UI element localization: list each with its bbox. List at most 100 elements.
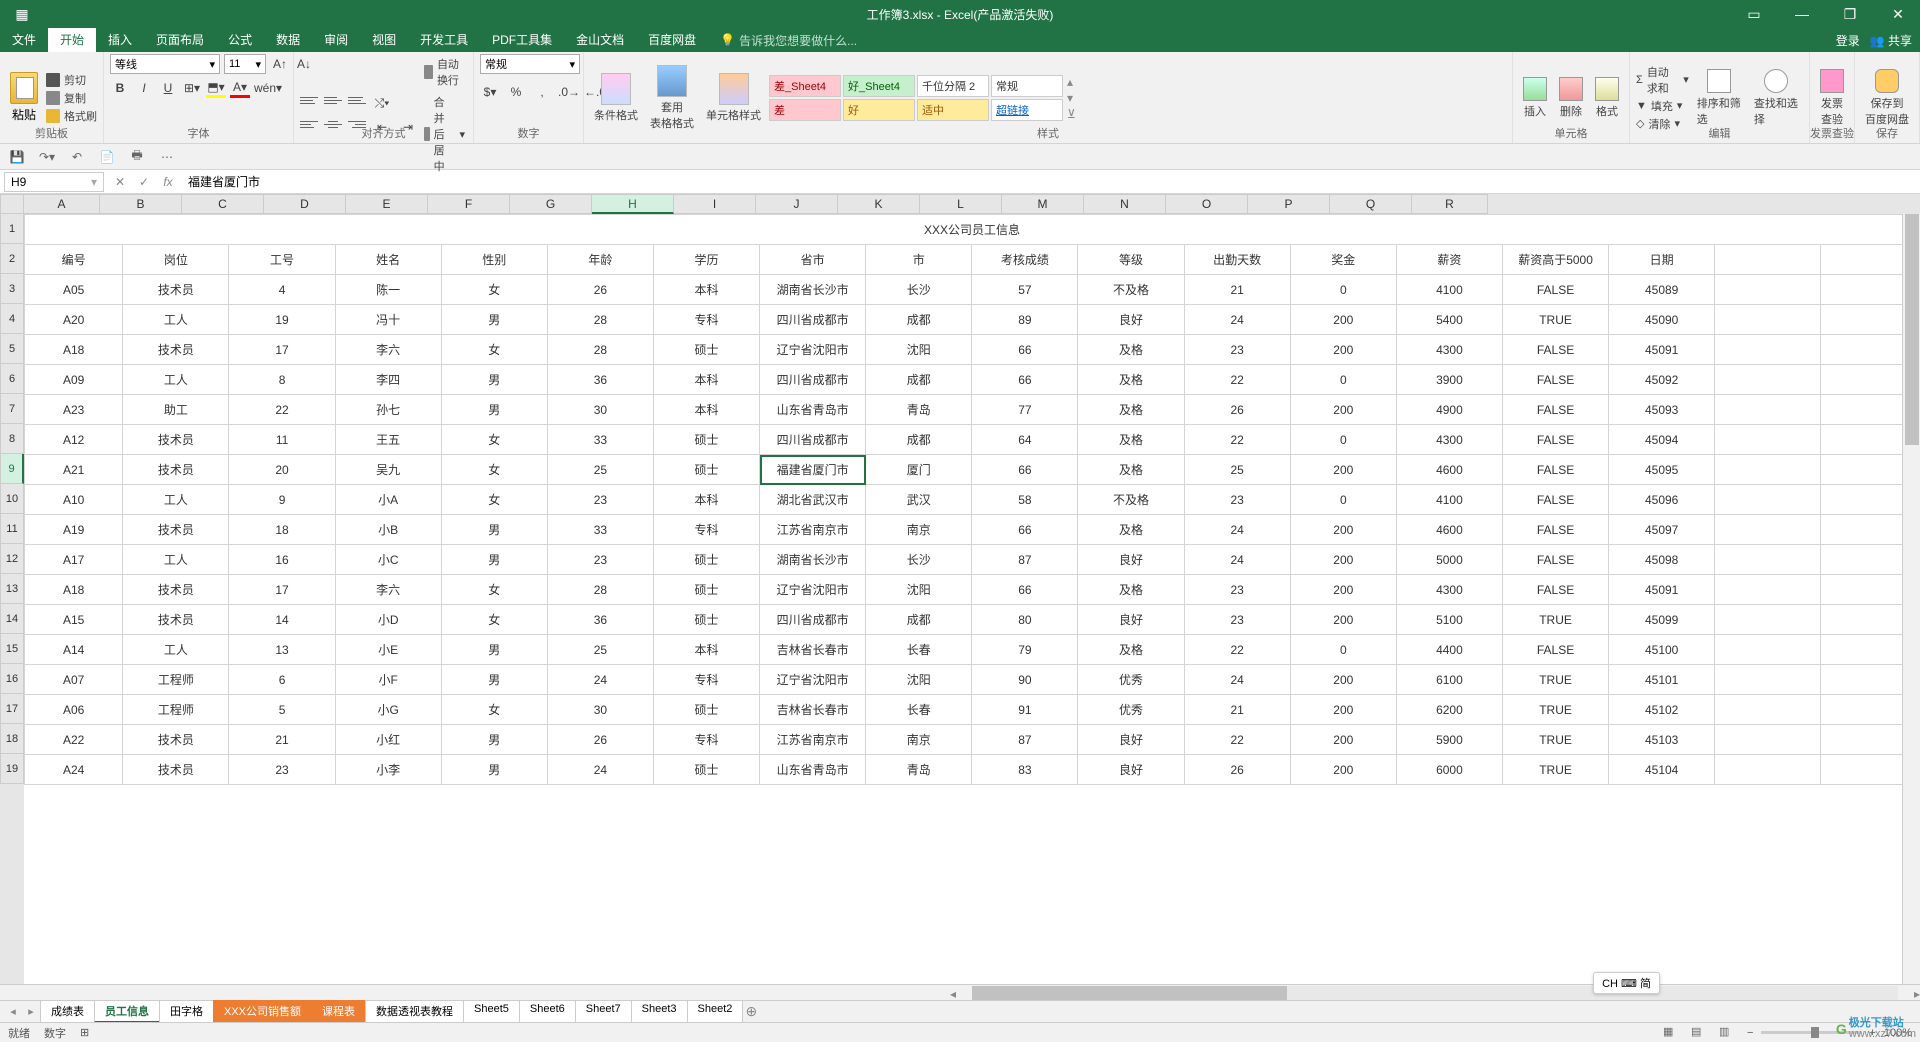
data-cell[interactable]: A06 xyxy=(25,695,123,725)
data-cell[interactable]: 优秀 xyxy=(1078,695,1184,725)
column-header[interactable]: M xyxy=(1002,194,1084,214)
data-cell[interactable]: 25 xyxy=(547,455,653,485)
data-cell[interactable]: 66 xyxy=(972,455,1078,485)
sheet-tab[interactable]: 员工信息 xyxy=(94,1000,160,1023)
data-cell[interactable]: A10 xyxy=(25,485,123,515)
data-cell[interactable] xyxy=(1715,545,1821,575)
row-header[interactable]: 12 xyxy=(0,544,24,574)
font-color-button[interactable]: A▾ xyxy=(230,78,250,98)
data-cell[interactable]: 硕士 xyxy=(653,335,759,365)
sheet-tab[interactable]: Sheet7 xyxy=(575,1000,632,1023)
data-cell[interactable]: 4600 xyxy=(1396,455,1502,485)
data-cell[interactable]: 28 xyxy=(547,575,653,605)
data-cell[interactable]: 硕士 xyxy=(653,425,759,455)
data-cell[interactable]: 沈阳 xyxy=(866,335,972,365)
data-cell[interactable]: 成都 xyxy=(866,365,972,395)
sign-in-link[interactable]: 登录 xyxy=(1836,32,1860,49)
data-cell[interactable]: 25 xyxy=(547,635,653,665)
data-cell[interactable]: 200 xyxy=(1290,605,1396,635)
data-cell[interactable]: 小红 xyxy=(335,725,441,755)
data-cell[interactable]: 45104 xyxy=(1609,755,1715,785)
data-cell[interactable]: 22 xyxy=(1184,725,1290,755)
header-cell[interactable] xyxy=(1715,245,1821,275)
data-cell[interactable]: FALSE xyxy=(1502,395,1608,425)
menu-tab-11[interactable]: 百度网盘 xyxy=(636,28,708,52)
font-size-select[interactable]: 11▾ xyxy=(224,54,266,74)
data-cell[interactable]: 女 xyxy=(441,455,547,485)
data-cell[interactable]: 5900 xyxy=(1396,725,1502,755)
column-header[interactable]: F xyxy=(428,194,510,214)
data-cell[interactable]: 4 xyxy=(229,275,335,305)
row-header[interactable]: 6 xyxy=(0,364,24,394)
save-to-cloud-button[interactable]: 保存到 百度网盘 xyxy=(1861,69,1913,127)
data-cell[interactable]: 45102 xyxy=(1609,695,1715,725)
data-cell[interactable]: 45098 xyxy=(1609,545,1715,575)
data-cell[interactable]: A15 xyxy=(25,605,123,635)
style-gallery-item[interactable]: 好_Sheet4 xyxy=(843,75,915,97)
header-cell[interactable]: 日期 xyxy=(1609,245,1715,275)
data-cell[interactable]: 女 xyxy=(441,605,547,635)
page-break-view-button[interactable]: ▥ xyxy=(1719,1025,1739,1041)
data-cell[interactable]: 技术员 xyxy=(123,755,229,785)
data-cell[interactable]: 200 xyxy=(1290,455,1396,485)
column-header[interactable]: C xyxy=(182,194,264,214)
row-header[interactable]: 8 xyxy=(0,424,24,454)
save-button[interactable]: 💾 xyxy=(8,148,26,166)
data-cell[interactable]: 工人 xyxy=(123,305,229,335)
data-cell[interactable]: 长春 xyxy=(866,635,972,665)
data-cell[interactable] xyxy=(1715,605,1821,635)
data-cell[interactable]: 66 xyxy=(972,575,1078,605)
data-cell[interactable] xyxy=(1715,395,1821,425)
header-cell[interactable]: 等级 xyxy=(1078,245,1184,275)
gallery-down-button[interactable]: ▾ xyxy=(1067,91,1076,105)
data-cell[interactable]: 45093 xyxy=(1609,395,1715,425)
align-middle-button[interactable] xyxy=(324,93,342,107)
header-cell[interactable]: 出勤天数 xyxy=(1184,245,1290,275)
data-cell[interactable]: 男 xyxy=(441,755,547,785)
row-header[interactable]: 4 xyxy=(0,304,24,334)
data-cell[interactable]: 及格 xyxy=(1078,635,1184,665)
data-cell[interactable]: 男 xyxy=(441,545,547,575)
data-cell[interactable]: A20 xyxy=(25,305,123,335)
data-cell[interactable]: 24 xyxy=(1184,665,1290,695)
data-cell[interactable]: 陈一 xyxy=(335,275,441,305)
border-button[interactable]: ⊞▾ xyxy=(182,78,202,98)
title-cell[interactable]: XXX公司员工信息 xyxy=(25,215,1920,245)
data-cell[interactable]: 四川省成都市 xyxy=(760,605,866,635)
data-cell[interactable]: 专科 xyxy=(653,305,759,335)
menu-tab-2[interactable]: 插入 xyxy=(96,28,144,52)
data-cell[interactable]: 18 xyxy=(229,515,335,545)
bold-button[interactable]: B xyxy=(110,78,130,98)
data-cell[interactable]: 本科 xyxy=(653,485,759,515)
data-cell[interactable]: 硕士 xyxy=(653,695,759,725)
sheet-tab[interactable]: Sheet6 xyxy=(519,1000,576,1023)
data-cell[interactable]: 24 xyxy=(1184,305,1290,335)
data-cell[interactable]: TRUE xyxy=(1502,605,1608,635)
data-cell[interactable]: 23 xyxy=(1184,575,1290,605)
data-cell[interactable]: 45091 xyxy=(1609,575,1715,605)
data-cell[interactable]: 45103 xyxy=(1609,725,1715,755)
data-cell[interactable]: 不及格 xyxy=(1078,275,1184,305)
data-cell[interactable]: A14 xyxy=(25,635,123,665)
data-cell[interactable]: 助工 xyxy=(123,395,229,425)
data-cell[interactable]: 男 xyxy=(441,305,547,335)
data-cell[interactable]: 80 xyxy=(972,605,1078,635)
sort-filter-button[interactable]: 排序和筛选 xyxy=(1693,69,1746,127)
data-cell[interactable]: 吴九 xyxy=(335,455,441,485)
row-header[interactable]: 18 xyxy=(0,724,24,754)
data-cell[interactable]: 厦门 xyxy=(866,455,972,485)
sheet-tab[interactable]: 田字格 xyxy=(159,1000,214,1023)
data-cell[interactable]: 小李 xyxy=(335,755,441,785)
data-cell[interactable]: 26 xyxy=(1184,395,1290,425)
menu-tab-1[interactable]: 开始 xyxy=(48,28,96,52)
zoom-thumb[interactable] xyxy=(1811,1027,1819,1038)
data-cell[interactable]: 36 xyxy=(547,605,653,635)
data-cell[interactable]: 四川省成都市 xyxy=(760,425,866,455)
normal-view-button[interactable]: ▦ xyxy=(1663,1025,1683,1041)
data-cell[interactable]: TRUE xyxy=(1502,725,1608,755)
header-cell[interactable]: 工号 xyxy=(229,245,335,275)
column-header[interactable]: D xyxy=(264,194,346,214)
data-cell[interactable] xyxy=(1715,485,1821,515)
sheet-tab[interactable]: 数据透视表教程 xyxy=(365,1000,464,1023)
data-cell[interactable]: 200 xyxy=(1290,335,1396,365)
